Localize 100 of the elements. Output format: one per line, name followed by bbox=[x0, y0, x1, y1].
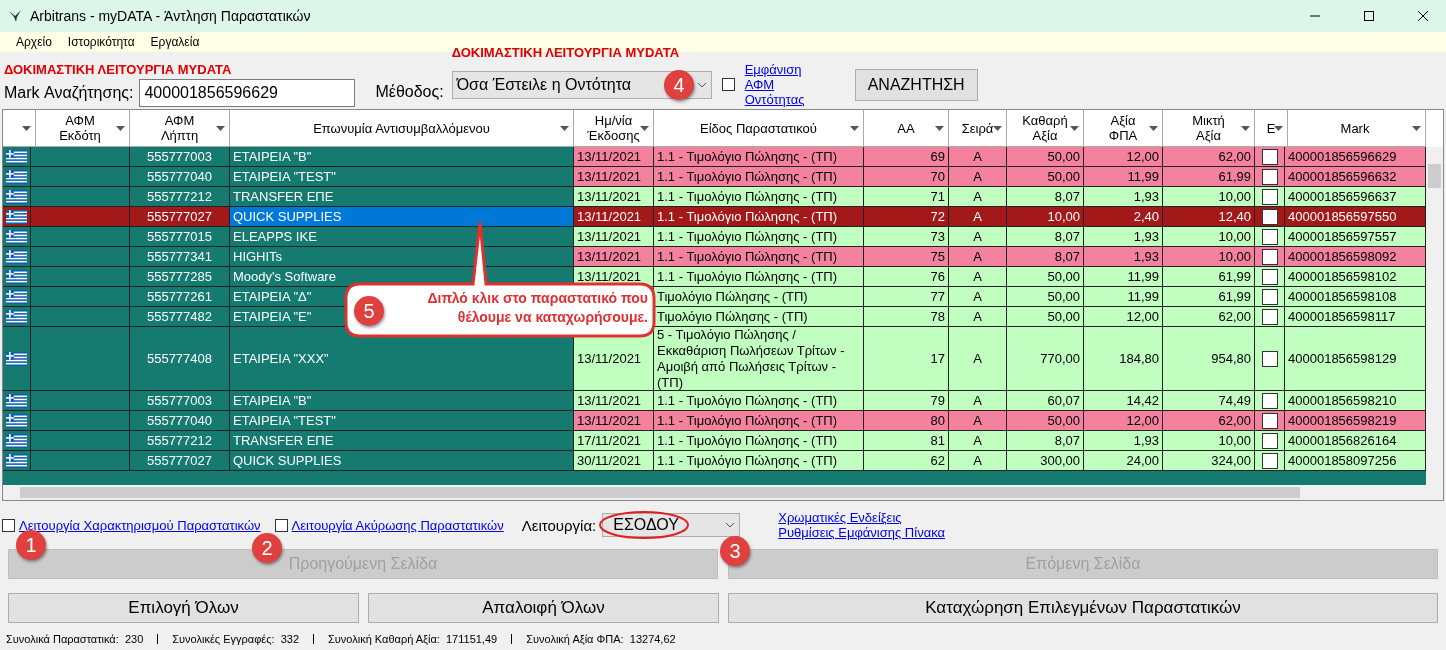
table-cell: 555777341 bbox=[130, 247, 230, 267]
dropdown-arrow-icon[interactable] bbox=[116, 126, 125, 131]
mode-dropdown[interactable]: ΕΣΟΔΟΥ bbox=[602, 513, 741, 537]
row-checkbox[interactable] bbox=[1261, 208, 1278, 225]
table-cell: 400001856597550 bbox=[1285, 207, 1426, 227]
table-cell: 50,00 bbox=[1007, 307, 1084, 327]
table-cell: ΕΤΑΙΡΕΙΑ "TEST" bbox=[230, 167, 574, 187]
mode-label: Λειτουργία: bbox=[521, 516, 597, 534]
table-cell: 10,00 bbox=[1163, 187, 1255, 207]
table-cell: 300,00 bbox=[1007, 451, 1084, 471]
table-cell: 50,00 bbox=[1007, 267, 1084, 287]
menu-item[interactable]: Εργαλεία bbox=[142, 35, 208, 49]
method-label: Μέθοδος: bbox=[375, 83, 444, 101]
table-cell: 11,99 bbox=[1084, 267, 1163, 287]
table-cell: 12,00 bbox=[1084, 411, 1163, 431]
table-cell: 1,93 bbox=[1084, 187, 1163, 207]
dropdown-arrow-icon[interactable] bbox=[993, 126, 1002, 131]
table-cell: 400001856598210 bbox=[1285, 391, 1426, 411]
step-badge: 3 bbox=[720, 536, 750, 566]
action-button[interactable]: Απαλοιφή Όλων bbox=[368, 593, 719, 623]
table-cell: 61,99 bbox=[1163, 287, 1255, 307]
search-button[interactable]: ΑΝΑΖΗΤΗΣΗ bbox=[854, 68, 978, 101]
table-cell: 555777027 bbox=[130, 207, 230, 227]
table-cell: 5 - Τιμολόγιο Πώλησης / Εκκαθάριση Πωλήσεων Τρίτων - Αμοιβή από Πωλήσεις Τρίτων - (ΤΠ) bbox=[654, 327, 864, 391]
table-cell: 69 bbox=[864, 147, 949, 167]
table-cell: 1.1 - Τιμολόγιο Πώλησης - (ΤΠ) bbox=[654, 267, 864, 287]
dropdown-arrow-icon[interactable] bbox=[216, 126, 225, 131]
row-checkbox[interactable] bbox=[1261, 452, 1278, 469]
status-item: Συνολική Αξία ΦΠΑ: 13274,62 bbox=[526, 633, 676, 645]
show-afm-link[interactable]: Εμφάνιση ΑΦΜ Οντότητας bbox=[744, 62, 825, 107]
status-item: Συνολικές Εγγραφές: 332 bbox=[172, 633, 300, 645]
table-cell: 13/11/2021 bbox=[574, 411, 654, 431]
table-cell: 12,00 bbox=[1084, 147, 1163, 167]
action-button[interactable]: Επιλογή Όλων bbox=[8, 593, 359, 623]
dropdown-arrow-icon[interactable] bbox=[1070, 126, 1079, 131]
row-checkbox[interactable] bbox=[1261, 432, 1278, 449]
table-cell: 17 bbox=[864, 327, 949, 391]
row-checkbox[interactable] bbox=[1261, 188, 1278, 205]
dropdown-arrow-icon[interactable] bbox=[1412, 126, 1421, 131]
table-cell: 17/11/2021 bbox=[574, 431, 654, 451]
maximize-icon[interactable] bbox=[1364, 11, 1374, 21]
row-checkbox[interactable] bbox=[1261, 248, 1278, 265]
table-cell: ΕΤΑΙΡΕΙΑ "Β" bbox=[230, 147, 574, 167]
table-cell: 76 bbox=[864, 267, 949, 287]
row-checkbox[interactable] bbox=[1261, 392, 1278, 409]
step-badge: 2 bbox=[252, 533, 282, 563]
row-checkbox[interactable] bbox=[1261, 412, 1278, 429]
settings-link[interactable]: Ρυθμίσεις Εμφάνισης Πίνακα bbox=[778, 525, 945, 540]
row-checkbox[interactable] bbox=[1261, 168, 1278, 185]
row-checkbox[interactable] bbox=[1261, 308, 1278, 325]
dropdown-arrow-icon[interactable] bbox=[1241, 126, 1250, 131]
table-cell: Α bbox=[949, 227, 1007, 247]
table-cell: 555777261 bbox=[130, 287, 230, 307]
table-cell: 400001858097256 bbox=[1285, 451, 1426, 471]
dropdown-arrow-icon[interactable] bbox=[560, 126, 569, 131]
row-checkbox[interactable] bbox=[1261, 268, 1278, 285]
table-cell: 74,49 bbox=[1163, 391, 1255, 411]
table-cell: Α bbox=[949, 287, 1007, 307]
table-cell: 13/11/2021 bbox=[574, 207, 654, 227]
dropdown-arrow-icon[interactable] bbox=[1274, 126, 1283, 131]
table-cell: TRANSFER ΕΠΕ bbox=[230, 187, 574, 207]
menu-item[interactable]: Ιστορικότητα bbox=[59, 35, 143, 49]
classification-link[interactable]: Λειτουργία Χαρακτηρισμού Παραστατικών bbox=[19, 517, 261, 533]
table-cell: 13/11/2021 bbox=[574, 247, 654, 267]
cancellation-checkbox[interactable] bbox=[274, 518, 288, 532]
dropdown-arrow-icon[interactable] bbox=[1149, 126, 1158, 131]
dropdown-arrow-icon[interactable] bbox=[850, 126, 859, 131]
row-checkbox[interactable] bbox=[1261, 288, 1278, 305]
table-cell: Α bbox=[949, 307, 1007, 327]
vertical-scrollbar[interactable] bbox=[1426, 147, 1443, 485]
table-cell: 70 bbox=[864, 167, 949, 187]
table-cell: 400001856596637 bbox=[1285, 187, 1426, 207]
table-cell: 60,07 bbox=[1007, 391, 1084, 411]
table-cell: 400001856598108 bbox=[1285, 287, 1426, 307]
mark-search-field[interactable]: 400001856596629 bbox=[139, 79, 356, 107]
table-cell: Τιμολόγιο Πώλησης - (ΤΠ) bbox=[654, 287, 864, 307]
show-afm-checkbox[interactable] bbox=[721, 78, 735, 91]
classification-checkbox[interactable] bbox=[2, 518, 15, 532]
table-cell: 1.1 - Τιμολόγιο Πώλησης - (ΤΠ) bbox=[654, 451, 864, 471]
table-cell: Α bbox=[949, 167, 1007, 187]
row-checkbox[interactable] bbox=[1261, 228, 1278, 245]
table-cell: 1.1 - Τιμολόγιο Πώλησης - (ΤΠ) bbox=[654, 411, 864, 431]
dropdown-arrow-icon[interactable] bbox=[935, 126, 944, 131]
table-cell: 50,00 bbox=[1007, 411, 1084, 431]
action-button[interactable]: Καταχώρηση Επιλεγμένων Παραστατικών bbox=[728, 593, 1438, 623]
settings-link[interactable]: Χρωματικές Ενδείξεις bbox=[778, 510, 945, 525]
table-cell: 555777040 bbox=[130, 411, 230, 431]
table-cell: 555777408 bbox=[130, 327, 230, 391]
menu-item[interactable]: Αρχείο bbox=[8, 35, 60, 49]
table-cell: 400001856598219 bbox=[1285, 411, 1426, 431]
table-cell: Α bbox=[949, 147, 1007, 167]
table-cell: 1.1 - Τιμολόγιο Πώλησης - (ΤΠ) bbox=[654, 391, 864, 411]
row-checkbox[interactable] bbox=[1261, 148, 1278, 165]
test-mode-label: ΔΟΚΙΜΑΣΤΙΚΗ ΛΕΙΤΟΥΡΓΙΑ MYDATA bbox=[4, 63, 233, 77]
dropdown-arrow-icon[interactable] bbox=[22, 126, 31, 131]
horizontal-scrollbar[interactable] bbox=[3, 485, 1443, 500]
row-checkbox[interactable] bbox=[1261, 350, 1278, 367]
close-icon[interactable] bbox=[1418, 11, 1428, 21]
dropdown-arrow-icon[interactable] bbox=[640, 126, 649, 131]
cancellation-link[interactable]: Λειτουργία Ακύρωσης Παραστατικών bbox=[291, 517, 504, 533]
